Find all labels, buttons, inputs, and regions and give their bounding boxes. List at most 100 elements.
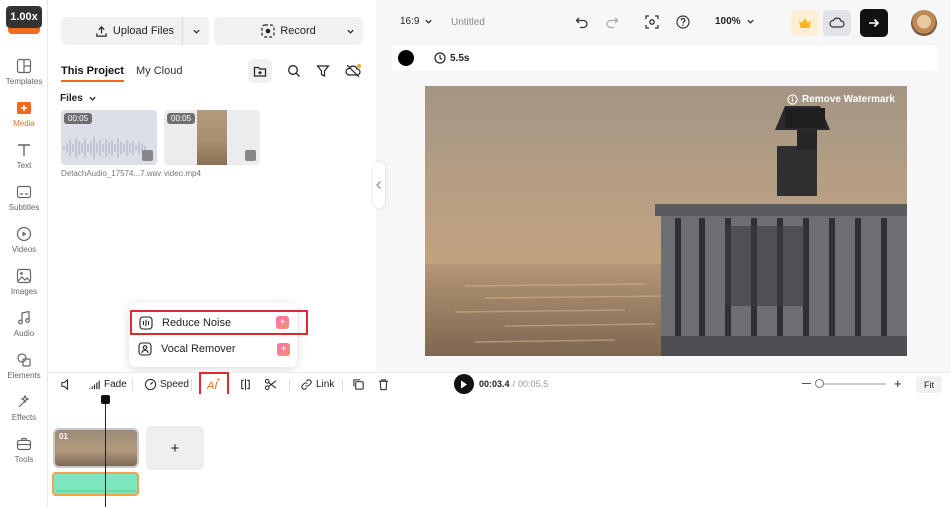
zoom-slider[interactable] xyxy=(815,379,886,388)
premium-button[interactable] xyxy=(791,10,819,36)
rail-item-videos[interactable]: Videos xyxy=(0,226,48,266)
toolbar-divider xyxy=(191,379,192,391)
rail-label: Effects xyxy=(11,413,37,422)
checkbox[interactable] xyxy=(245,150,256,161)
video-clip[interactable]: 01 xyxy=(53,428,139,468)
clip-property-bar: 5.5s xyxy=(392,45,938,71)
cloud-icon xyxy=(829,17,845,28)
upload-dropdown-button[interactable] xyxy=(182,17,209,45)
filter-button[interactable] xyxy=(311,59,335,83)
time-separator: / xyxy=(512,379,516,389)
rail-item-media[interactable]: Media xyxy=(0,100,48,140)
tab-this-project[interactable]: This Project xyxy=(61,65,124,82)
chevron-left-icon xyxy=(376,181,381,189)
zoom-in-button[interactable]: + xyxy=(894,377,902,390)
checkbox[interactable] xyxy=(142,150,153,161)
background-color-swatch[interactable] xyxy=(398,50,414,66)
record-button[interactable]: Record xyxy=(214,17,363,45)
add-clip-button[interactable]: + xyxy=(146,426,204,470)
audio-icon xyxy=(18,310,30,325)
zoom-slider-handle[interactable] xyxy=(815,379,824,388)
scissors-icon xyxy=(264,378,277,390)
export-button[interactable] xyxy=(860,9,888,37)
cloud-save-button[interactable] xyxy=(823,10,851,36)
effects-icon xyxy=(18,394,30,408)
cut-button[interactable] xyxy=(264,373,280,395)
duplicate-button[interactable] xyxy=(352,373,368,395)
chevron-down-icon xyxy=(746,19,754,24)
playhead[interactable] xyxy=(101,395,110,507)
redo-button[interactable] xyxy=(605,15,619,29)
rail-label: Elements xyxy=(7,371,41,380)
toolbar-divider xyxy=(132,379,133,391)
premium-plus-badge: + xyxy=(277,342,290,356)
search-button[interactable] xyxy=(282,59,306,83)
rail-item-elements[interactable]: Elements xyxy=(0,352,48,392)
trash-icon xyxy=(378,378,389,390)
undo-icon xyxy=(575,17,588,29)
panel-collapse-handle[interactable] xyxy=(373,162,385,208)
total-time: 00:05.5 xyxy=(518,379,549,389)
media-item-audio[interactable]: 00:05 xyxy=(61,110,157,165)
volume-icon xyxy=(61,378,68,390)
toolbar-divider xyxy=(289,379,290,391)
file-name: DetachAudio_17574...7.wav xyxy=(61,169,162,178)
play-button[interactable] xyxy=(454,374,474,394)
audio-clip[interactable] xyxy=(52,472,139,496)
menu-item-vocal-remover[interactable]: Vocal Remover + xyxy=(131,337,299,361)
media-item-video[interactable]: 00:05 xyxy=(164,110,260,165)
record-icon xyxy=(261,24,275,38)
rail-item-text[interactable]: Text xyxy=(0,142,48,182)
split-button[interactable] xyxy=(239,373,255,395)
folder-plus-icon xyxy=(253,66,267,77)
remove-watermark-button[interactable]: Remove Watermark xyxy=(787,94,895,105)
audio-clip-waveform xyxy=(56,490,136,492)
files-dropdown[interactable]: Files xyxy=(60,93,97,104)
clock-icon xyxy=(434,52,446,64)
remove-watermark-label: Remove Watermark xyxy=(801,94,895,105)
speed-button[interactable]: Speed xyxy=(144,373,189,395)
rail-item-audio[interactable]: Audio xyxy=(0,310,48,350)
speed-badge[interactable]: 1.00x xyxy=(6,6,42,28)
menu-item-reduce-noise[interactable]: Reduce Noise + xyxy=(130,310,308,335)
delete-button[interactable] xyxy=(377,373,393,395)
chevron-down-icon xyxy=(192,29,200,34)
rail-item-tools[interactable]: Tools xyxy=(0,436,48,476)
svg-text:AI: AI xyxy=(207,380,217,391)
help-button[interactable] xyxy=(676,15,690,29)
file-name: video.mp4 xyxy=(164,169,201,178)
rail-item-images[interactable]: Images xyxy=(0,268,48,308)
volume-button[interactable] xyxy=(60,373,76,395)
rail-item-templates[interactable]: Templates xyxy=(0,58,48,98)
cloud-sync-button[interactable] xyxy=(341,59,365,83)
avatar[interactable] xyxy=(911,10,937,36)
new-folder-button[interactable] xyxy=(248,59,272,83)
aspect-ratio-dropdown[interactable]: 16:9 xyxy=(400,16,433,27)
zoom-dropdown[interactable]: 100% xyxy=(715,16,755,27)
tab-my-cloud[interactable]: My Cloud xyxy=(136,65,182,77)
toolbar-divider xyxy=(342,379,343,391)
search-icon xyxy=(288,65,300,77)
undo-button[interactable] xyxy=(575,15,589,29)
ai-tools-button[interactable]: AI xyxy=(199,372,229,396)
duration-control[interactable]: 5.5s xyxy=(434,52,469,64)
rail-label: Media xyxy=(13,119,35,128)
rail-item-subtitles[interactable]: Subtitles xyxy=(0,184,48,224)
fit-button[interactable]: Fit xyxy=(916,376,942,393)
project-title[interactable]: Untitled xyxy=(451,17,485,28)
duplicate-icon xyxy=(353,378,364,390)
menu-item-label: Vocal Remover xyxy=(161,343,236,355)
screenshot-button[interactable] xyxy=(645,15,659,29)
duration-badge: 00:05 xyxy=(64,113,93,124)
rail-item-effects[interactable]: Effects xyxy=(0,394,48,434)
fade-label: Fade xyxy=(104,378,127,390)
video-preview[interactable]: Remove Watermark xyxy=(425,86,907,356)
zoom-out-button[interactable] xyxy=(802,383,811,384)
split-icon xyxy=(241,378,250,390)
playhead-handle[interactable] xyxy=(101,395,110,404)
duration-value: 5.5s xyxy=(450,52,470,64)
link-button[interactable]: Link xyxy=(300,373,334,395)
fade-button[interactable]: Fade xyxy=(88,373,127,395)
top-bar: 16:9 Untitled 100% xyxy=(379,0,951,44)
time-readout: 00:03.4 / 00:05.5 xyxy=(479,379,548,389)
